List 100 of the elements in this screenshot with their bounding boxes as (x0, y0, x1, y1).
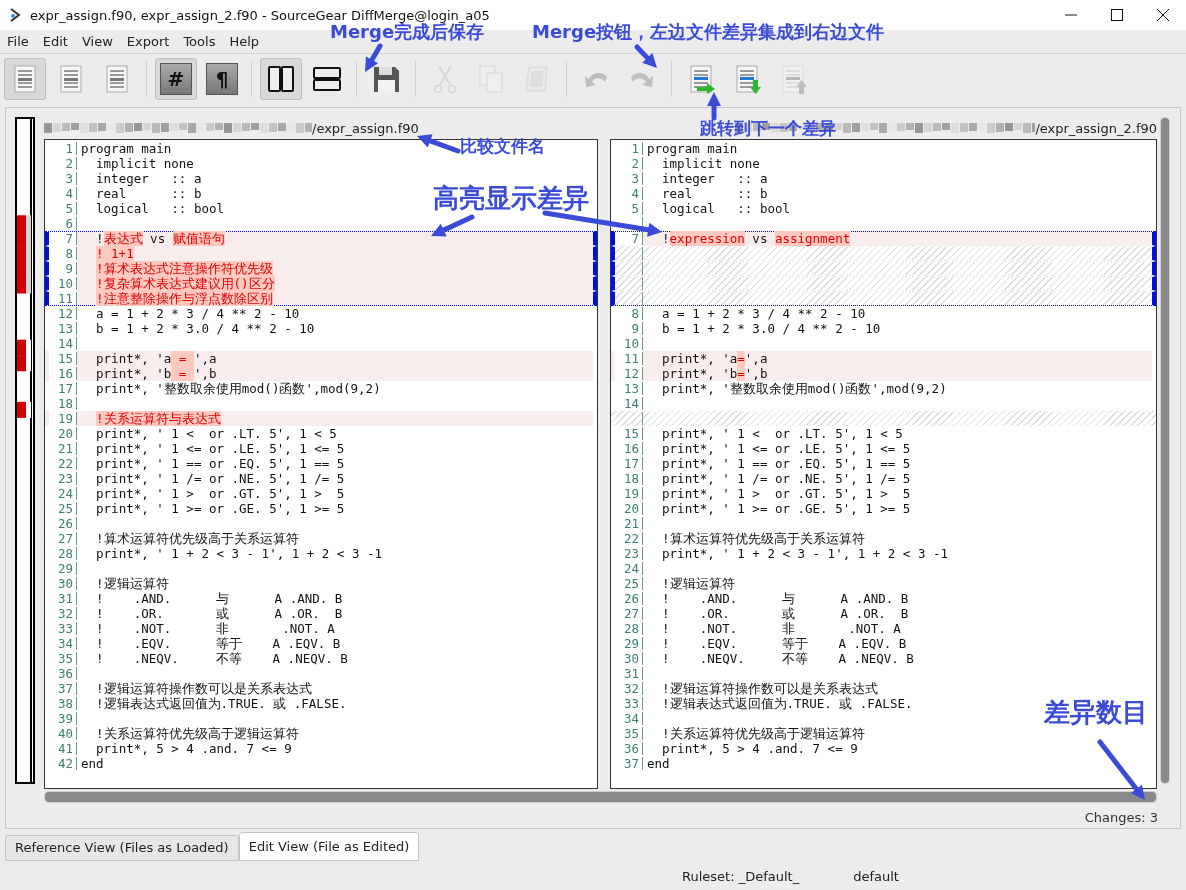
code-line: print*, '整数取余使用mod()函数',mod(9,2) (661, 382, 947, 395)
line-number: 28 (615, 622, 643, 635)
annotation-arrow (1097, 739, 1145, 800)
line-number: 30 (49, 577, 77, 590)
menu-item[interactable]: Help (222, 33, 267, 49)
code-line: logical :: bool (95, 202, 224, 215)
code-line: program main (81, 142, 172, 155)
code-line: print*, ' 1 /= or .NE. 5', 1 /= 5 (661, 472, 911, 485)
line-number: 1 (615, 142, 643, 155)
horizontal-scrollbar[interactable] (44, 791, 1157, 803)
code-line: print*, 'b = ',b (95, 367, 217, 380)
line-number: 30 (615, 652, 643, 665)
line-number: 18 (615, 472, 643, 485)
line-number: 26 (615, 592, 643, 605)
line-number: 19 (615, 487, 643, 500)
code-line: a = 1 + 2 * 3 / 4 ** 2 - 10 (95, 307, 300, 320)
code-line: implicit none (661, 157, 760, 170)
line-number: 3 (615, 172, 643, 185)
vertical-scrollbar[interactable] (1160, 117, 1170, 784)
maximize-icon[interactable] (1111, 9, 1123, 21)
menu-item[interactable]: File (0, 33, 36, 49)
line-number: 35 (615, 727, 643, 740)
line-number: 9 (49, 262, 77, 275)
line-number: 12 (49, 307, 77, 320)
line-number: 32 (615, 682, 643, 695)
code-line: ! .NEQV. 不等 A .NEQV. B (661, 652, 914, 665)
menu-item[interactable]: View (74, 33, 120, 49)
code-line: !逻辑运算符 (95, 577, 169, 590)
code-line: !expression vs assignment (661, 232, 851, 245)
code-line: !算术运算符优先级高于关系运算符 (95, 532, 299, 545)
file-path: /expr_assign_2.f90 (1035, 120, 1157, 136)
code-line: print*, ' 1 > or .GT. 5', 1 > 5 (95, 487, 345, 500)
code-line: !逻辑表达式返回值为.TRUE. 或 .FALSE. (95, 697, 347, 710)
line-number: 13 (615, 382, 643, 395)
line-number: 25 (49, 502, 77, 515)
line-number: 7 (49, 232, 77, 245)
code-line: !逻辑运算符 (661, 577, 735, 590)
change-overview-map[interactable] (15, 117, 35, 784)
line-number: 38 (49, 697, 77, 710)
code-line: print*, ' 1 <= or .LE. 5', 1 <= 5 (95, 442, 345, 455)
line-number: 42 (49, 757, 77, 770)
code-line: ! .OR. 或 A .OR. B (661, 607, 909, 620)
line-number: 15 (49, 352, 77, 365)
view-tab[interactable]: Edit View (File as Edited) (238, 832, 420, 861)
menu-item[interactable]: Edit (35, 33, 75, 49)
code-line: end (647, 757, 670, 770)
code-line: print*, 'b=',b (661, 367, 768, 380)
ruleset-mode: default (853, 868, 899, 884)
line-number: 25 (615, 577, 643, 590)
code-line: print*, ' 1 + 2 < 3 - 1', 1 + 2 < 3 -1 (661, 547, 949, 560)
line-number: 11 (615, 352, 643, 365)
line-number: 6 (49, 217, 77, 230)
code-line: real :: b (95, 187, 202, 200)
line-number: 36 (615, 742, 643, 755)
code-line: !关系运算符优先级高于逻辑运算符 (95, 727, 299, 740)
view-tab[interactable]: Reference View (Files as Loaded) (5, 835, 239, 861)
line-number: 9 (615, 322, 643, 335)
code-line: !表达式 vs 赋值语句 (95, 232, 225, 245)
line-number: 27 (49, 532, 77, 545)
line-number: 17 (615, 457, 643, 470)
menu-item[interactable]: Export (119, 33, 177, 49)
line-number: 18 (49, 397, 77, 410)
line-number: 4 (49, 187, 77, 200)
line-number: 2 (49, 157, 77, 170)
close-icon[interactable] (1157, 9, 1169, 21)
line-number: 15 (615, 427, 643, 440)
window-title: expr_assign.f90, expr_assign_2.f90 - SourceGear DiffMerge@login_a05 (30, 7, 491, 23)
code-line: ! .NOT. 非 .NOT. A (95, 622, 335, 635)
annotation-arrow (417, 134, 461, 154)
code-line: a = 1 + 2 * 3 / 4 ** 2 - 10 (661, 307, 866, 320)
code-line: print*, ' 1 < or .LT. 5', 1 < 5 (95, 427, 337, 440)
app-icon (8, 7, 22, 23)
line-number: 4 (615, 187, 643, 200)
line-number: 20 (615, 502, 643, 515)
ruleset-label: Ruleset: _Default_ (682, 868, 800, 884)
code-line: ! .NEQV. 不等 A .NEQV. B (95, 652, 348, 665)
annotation-arrow (431, 214, 475, 237)
line-number: 29 (615, 637, 643, 650)
columns-icon (265, 63, 297, 95)
line-number: 12 (615, 367, 643, 380)
toolbar-button[interactable] (260, 58, 302, 100)
line-number: 33 (49, 622, 77, 635)
code-line: ! .EQV. 等于 A .EQV. B (95, 637, 341, 650)
line-number: 1 (49, 142, 77, 155)
line-number: 7 (615, 232, 643, 245)
code-line: print*, 'a = ',a (95, 352, 217, 365)
line-number: 23 (615, 547, 643, 560)
code-line: ! .NOT. 非 .NOT. A (661, 622, 901, 635)
line-number: 13 (49, 322, 77, 335)
line-number: 23 (49, 472, 77, 485)
code-line: print*, ' 1 < or .LT. 5', 1 < 5 (661, 427, 903, 440)
code-line: !逻辑表达式返回值为.TRUE. 或 .FALSE. (661, 697, 913, 710)
line-number: 10 (615, 337, 643, 350)
line-number: 14 (615, 397, 643, 410)
toolbar-button[interactable]: # (155, 58, 197, 100)
annotation-label: 跳转到下一个差异 (700, 119, 836, 138)
menu-item[interactable]: Tools (176, 33, 223, 49)
annotation-arrow (634, 44, 657, 68)
code-line: end (81, 757, 104, 770)
line-number: 16 (49, 367, 77, 380)
